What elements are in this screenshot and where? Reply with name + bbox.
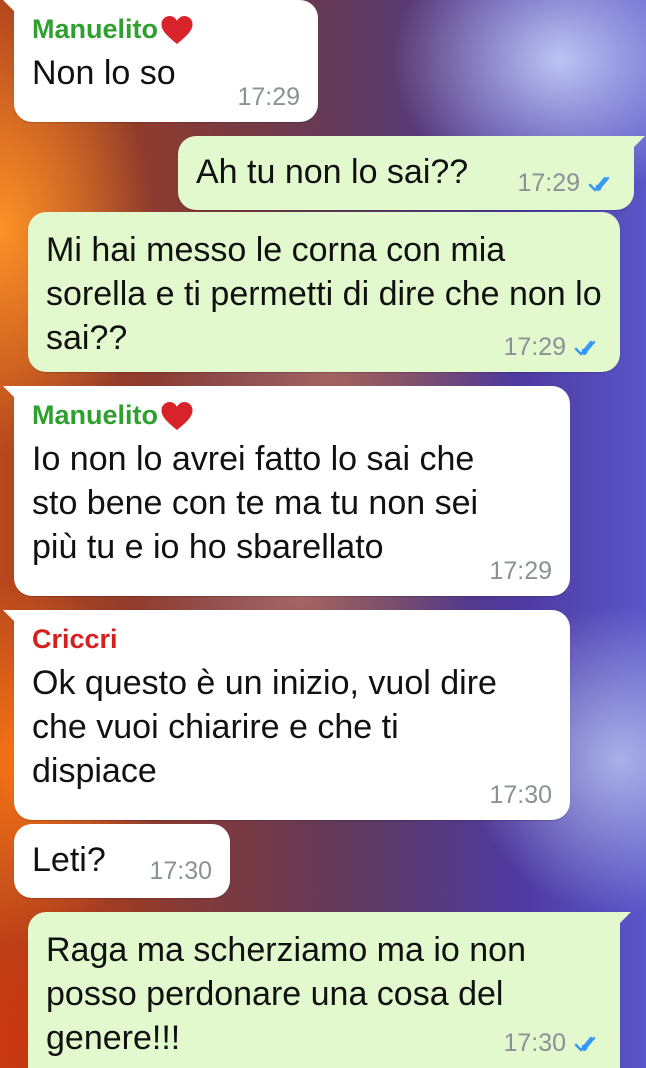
message-text: Ok questo è un inizio, vuol dire che vuo… <box>32 664 497 790</box>
message-meta: 17:29 <box>517 169 616 198</box>
sender-name: Criccri <box>32 624 552 655</box>
message-bubble[interactable]: Leti? 17:30 <box>14 824 230 898</box>
message-meta: 17:29 <box>503 333 602 362</box>
message-bubble[interactable]: Criccri Ok questo è un inizio, vuol dire… <box>3 610 570 820</box>
message-bubble[interactable]: Manuelito Non lo so 17:29 <box>3 0 318 122</box>
message-meta: 17:30 <box>503 1029 602 1058</box>
message-time: 17:29 <box>503 333 566 361</box>
message-bubble[interactable]: Raga ma scherziamo ma io non posso perdo… <box>28 912 631 1068</box>
message-text: Io non lo avrei fatto lo sai che sto ben… <box>32 440 479 566</box>
sender-label: Manuelito <box>32 400 158 430</box>
message-meta: 17:30 <box>489 781 552 810</box>
message-time: 17:29 <box>237 83 300 111</box>
red-heart-icon <box>161 401 193 430</box>
message-time: 17:29 <box>517 169 580 197</box>
double-check-read-icon <box>574 1036 596 1052</box>
double-check-read-icon <box>574 340 596 356</box>
message-time: 17:30 <box>489 781 552 809</box>
double-check-read-icon <box>588 176 610 192</box>
message-bubble[interactable]: Ah tu non lo sai?? 17:29 <box>178 136 645 210</box>
message-time: 17:29 <box>489 557 552 585</box>
message-bubble[interactable]: Mi hai messo le corna con mia sorella e … <box>28 212 620 372</box>
message-meta: 17:30 <box>149 857 212 886</box>
message-bubble[interactable]: Manuelito Io non lo avrei fatto lo sai c… <box>3 386 570 596</box>
message-time: 17:30 <box>149 857 212 885</box>
red-heart-icon <box>161 15 193 44</box>
message-meta: 17:29 <box>489 557 552 586</box>
sender-name: Manuelito <box>32 14 300 45</box>
message-meta: 17:29 <box>237 83 300 112</box>
sender-name: Manuelito <box>32 400 552 431</box>
message-time: 17:30 <box>503 1029 566 1057</box>
sender-label: Manuelito <box>32 14 158 44</box>
sender-label: Criccri <box>32 624 118 654</box>
